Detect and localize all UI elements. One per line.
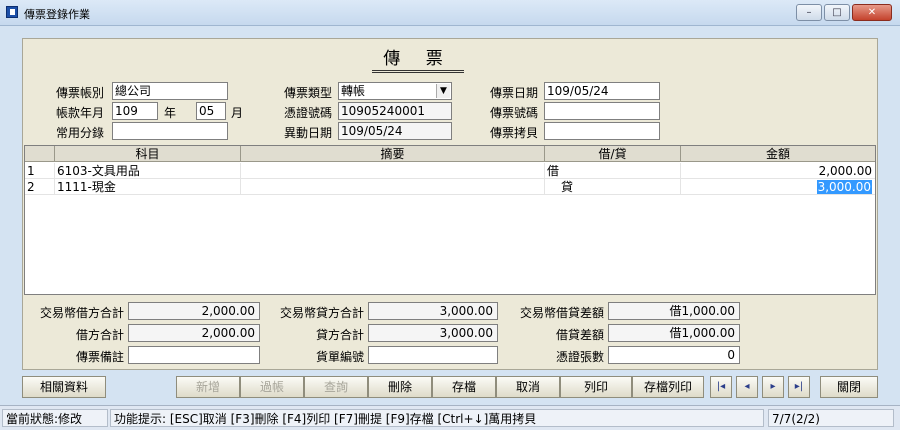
column-header-subject[interactable]: 科目	[55, 146, 241, 162]
minimize-button[interactable]: –	[796, 4, 822, 21]
amount-cell[interactable]: 2,000.00	[681, 163, 875, 179]
first-record-icon[interactable]: |◂	[710, 376, 732, 398]
voucher-date-label: 傳票日期	[489, 86, 538, 100]
record-counter: 7/7(2/2)	[768, 409, 894, 427]
close-window-button[interactable]: ✕	[852, 4, 892, 21]
goods-no-label: 貨單編號	[315, 350, 364, 364]
maximize-button[interactable]: □	[824, 4, 850, 21]
close-button[interactable]: 關閉	[820, 376, 878, 398]
chevron-down-icon[interactable]: ▼	[436, 84, 450, 98]
new-button[interactable]: 新增	[176, 376, 240, 398]
year-unit: 年	[163, 106, 176, 120]
print-button[interactable]: 列印	[560, 376, 632, 398]
delete-button[interactable]: 刪除	[368, 376, 432, 398]
type-select-value: 轉帳	[341, 84, 366, 98]
trade-debit-label: 交易幣借方合計	[39, 306, 124, 320]
diff-field: 借1,000.00	[608, 324, 740, 342]
amount-cell[interactable]: 3,000.00	[681, 179, 875, 195]
trade-debit-field: 2,000.00	[128, 302, 260, 320]
row-number: 2	[25, 179, 55, 195]
status-bar: 當前狀態:修改 功能提示: [ESC]取消 [F3]刪除 [F4]列印 [F7]…	[0, 405, 900, 430]
type-select[interactable]: 轉帳 ▼	[338, 82, 452, 100]
status-state: 當前狀態:修改	[2, 409, 108, 427]
debit-field: 2,000.00	[128, 324, 260, 342]
app-icon	[6, 6, 18, 18]
account-label: 傳票帳別	[55, 86, 104, 100]
goods-no-field[interactable]	[368, 346, 498, 364]
evidence-count-field[interactable]: 0	[608, 346, 740, 364]
row-number: 1	[25, 163, 55, 179]
month-field[interactable]: 05	[196, 102, 226, 120]
summary-cell[interactable]	[241, 163, 545, 179]
common-entry-label: 常用分錄	[55, 126, 104, 140]
subject-cell[interactable]: 1111-現金	[55, 179, 241, 195]
save-button[interactable]: 存檔	[432, 376, 496, 398]
row-number-header	[25, 146, 55, 162]
trade-diff-field: 借1,000.00	[608, 302, 740, 320]
dc-cell[interactable]: 借	[545, 163, 681, 179]
next-record-icon[interactable]: ▸	[762, 376, 784, 398]
voucher-date-field[interactable]: 109/05/24	[544, 82, 660, 100]
column-header-amount[interactable]: 金額	[681, 146, 875, 162]
status-hint: 功能提示: [ESC]取消 [F3]刪除 [F4]列印 [F7]刪提 [F9]存…	[110, 409, 764, 427]
title-bar: 傳票登錄作業 – □ ✕	[0, 0, 900, 26]
period-label: 帳款年月	[55, 106, 104, 120]
save-print-button[interactable]: 存檔列印	[632, 376, 704, 398]
column-header-summary[interactable]: 摘要	[241, 146, 545, 162]
cancel-button[interactable]: 取消	[496, 376, 560, 398]
debit-label: 借方合計	[75, 328, 124, 342]
voucher-lines-grid[interactable]: 科目 摘要 借/貸 金額 1 6103-文具用品 借 2,000.00 2 11…	[24, 145, 876, 295]
diff-label: 借貸差額	[555, 328, 604, 342]
change-date-field[interactable]: 109/05/24	[338, 122, 452, 140]
common-entry-field[interactable]	[112, 122, 228, 140]
month-unit: 月	[230, 106, 243, 120]
post-button[interactable]: 過帳	[240, 376, 304, 398]
memo-field[interactable]	[128, 346, 260, 364]
credit-label: 貸方合計	[315, 328, 364, 342]
evidence-no-label: 憑證號碼	[283, 106, 332, 120]
change-date-label: 異動日期	[283, 126, 332, 140]
selected-amount[interactable]: 3,000.00	[816, 180, 872, 194]
grid-header: 科目 摘要 借/貸 金額	[25, 146, 875, 162]
evidence-no-field[interactable]: 10905240001	[338, 102, 452, 120]
previous-record-icon[interactable]: ◂	[736, 376, 758, 398]
evidence-count-label: 憑證張數	[555, 350, 604, 364]
account-field[interactable]: 總公司	[112, 82, 228, 100]
dc-cell[interactable]: 貸	[545, 179, 681, 195]
voucher-no-label: 傳票號碼	[489, 106, 538, 120]
memo-label: 傳票備註	[75, 350, 124, 364]
query-button[interactable]: 查詢	[304, 376, 368, 398]
page-title: 傳 票	[383, 49, 453, 69]
summary-cell[interactable]	[241, 179, 545, 195]
table-row[interactable]: 1 6103-文具用品 借 2,000.00	[25, 163, 875, 179]
type-label: 傳票類型	[283, 86, 332, 100]
subject-cell[interactable]: 6103-文具用品	[55, 163, 241, 179]
column-header-dc[interactable]: 借/貸	[545, 146, 681, 162]
trade-credit-field: 3,000.00	[368, 302, 498, 320]
voucher-no-field[interactable]	[544, 102, 660, 120]
table-row[interactable]: 2 1111-現金 貸 3,000.00	[25, 179, 875, 195]
credit-field: 3,000.00	[368, 324, 498, 342]
related-data-button[interactable]: 相關資料	[22, 376, 106, 398]
trade-credit-label: 交易幣貸方合計	[279, 306, 364, 320]
last-record-icon[interactable]: ▸|	[788, 376, 810, 398]
title-underline	[372, 70, 464, 73]
trade-diff-label: 交易幣借貸差額	[519, 306, 604, 320]
copy-field[interactable]	[544, 122, 660, 140]
copy-label: 傳票拷貝	[489, 126, 538, 140]
year-field[interactable]: 109	[112, 102, 158, 120]
window-title: 傳票登錄作業	[24, 8, 90, 21]
